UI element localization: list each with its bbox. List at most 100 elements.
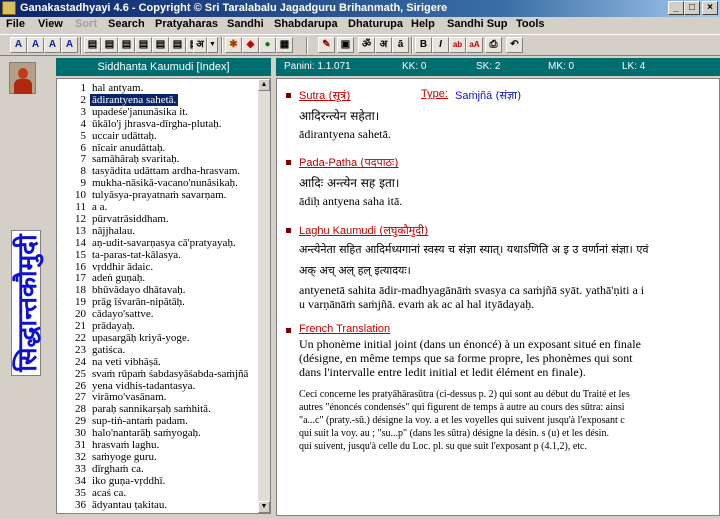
french-heading[interactable]: French Translation — [299, 323, 390, 335]
book-icon[interactable]: ▤ — [101, 37, 118, 53]
menu-pratyaharas[interactable]: Pratyaharas — [155, 18, 218, 30]
kk-count: KK: 0 — [402, 61, 427, 72]
book-icon[interactable]: ▤ — [169, 37, 186, 53]
list-item[interactable]: 15 ta-paras-tat-kālasya. — [58, 249, 260, 261]
tool-icon[interactable]: ▦ — [276, 37, 293, 53]
book-icon[interactable]: ▤ — [135, 37, 152, 53]
list-item[interactable]: 33 dīrghaṁ ca. — [58, 463, 260, 475]
book-icon[interactable]: ▤ — [152, 37, 169, 53]
menu-tools[interactable]: Tools — [516, 18, 545, 30]
book-icon[interactable]: ▤ — [84, 37, 101, 53]
list-item-number: 9 — [80, 177, 87, 190]
laghu-heading[interactable]: Laghu Kaumudi (लघुकौमुदी) — [299, 223, 428, 238]
list-item[interactable]: 35 acaś ca. — [58, 487, 260, 499]
list-item[interactable]: 19 prāg īśvarān-nipātāḥ. — [58, 296, 260, 308]
list-item[interactable]: 2 ādirantyena sahetā. — [58, 93, 260, 106]
menu-sandhi[interactable]: Sandhi — [227, 18, 264, 30]
list-item[interactable]: 21 prādayaḥ. — [58, 320, 260, 332]
menu-view[interactable]: View — [38, 18, 63, 30]
list-item[interactable]: 3 upadeśe'janunāsika it. — [58, 106, 260, 118]
list-item[interactable]: 36 ādyantau ṭakitau. — [58, 499, 260, 511]
a-icon[interactable]: A — [61, 37, 78, 53]
a-icon[interactable]: A — [27, 37, 44, 53]
tool-icon[interactable]: ◆ — [242, 37, 259, 53]
list-item[interactable]: 16 vṛddhir ādaic. — [58, 261, 260, 273]
list-item-label: sup-tiṅ-antaṁ padam. — [92, 415, 188, 428]
index-list[interactable]: 1 hal antyam. 2 ādirantyena sahetā. 3 upadeśe… — [56, 78, 271, 514]
undo-icon[interactable]: ↶ — [506, 37, 523, 53]
list-item[interactable]: 26 yena vidhis-tadantasya. — [58, 380, 260, 392]
sutra-heading[interactable]: Sutra (सूत्रं) — [299, 88, 350, 103]
italic-icon[interactable]: I — [432, 37, 449, 53]
a-icon[interactable]: A — [44, 37, 61, 53]
menu-sort[interactable]: Sort — [75, 18, 97, 30]
list-item-number: 10 — [75, 189, 86, 202]
tool-icon[interactable]: ✱ — [225, 37, 242, 53]
list-item[interactable]: 28 paraḥ sannikarṣaḥ saṁhitā. — [58, 403, 260, 415]
list-item[interactable]: 6 nīcair anudāttaḥ. — [58, 142, 260, 154]
minimize-button[interactable]: _ — [668, 1, 684, 15]
list-item[interactable]: 12 pūrvatrāsiddham. — [58, 213, 260, 225]
list-item[interactable]: 10 tulyāsya-prayatnaṁ savarṇam. — [58, 189, 260, 201]
title-bar[interactable]: Ganakastadhyayi 4.6 - Copyright © Sri Ta… — [0, 0, 720, 17]
scroll-down-arrow[interactable]: ▼ — [258, 501, 270, 513]
list-item[interactable]: 1 hal antyam. — [58, 82, 260, 94]
list-item[interactable]: 7 samāhāraḥ svaritaḥ. — [58, 153, 260, 165]
list-item[interactable]: 22 upasargāḥ kriyā-yoge. — [58, 332, 260, 344]
list-item[interactable]: 31 hrasvaṁ laghu. — [58, 439, 260, 451]
window-title: Ganakastadhyayi 4.6 - Copyright © Sri Ta… — [20, 2, 448, 14]
scroll-up-arrow[interactable]: ▲ — [258, 79, 270, 91]
list-item[interactable]: 18 bhūvādayo dhātavaḥ. — [58, 284, 260, 296]
list-item[interactable]: 27 virāmo'vasānam. — [58, 391, 260, 403]
list-item[interactable]: 4 ūkālo'j jhrasva-dīrgha-plutaḥ. — [58, 118, 260, 130]
list-item[interactable]: 23 gatiśca. — [58, 344, 260, 356]
content-pane[interactable]: Sutra (सूत्रं) Type: Saṁjñā (संज्ञा) आदि… — [276, 78, 720, 516]
save-icon[interactable]: ▣ — [337, 37, 354, 53]
list-item-label: tulyāsya-prayatnaṁ savarṇam. — [92, 189, 227, 202]
color-icon[interactable]: ab — [449, 37, 466, 53]
om-icon[interactable]: ॐ — [358, 37, 375, 53]
list-item-label: mukha-nāsikā-vacano'nunāsikaḥ. — [92, 177, 238, 190]
list-item-label: upadeśe'janunāsika it. — [92, 105, 189, 118]
edit-icon[interactable]: ✎ — [318, 37, 335, 53]
list-item-number: 33 — [75, 462, 86, 475]
aa-icon[interactable]: अ — [375, 37, 392, 53]
font-icon[interactable]: aA — [466, 37, 483, 53]
menu-search[interactable]: Search — [108, 18, 145, 30]
list-item[interactable]: 14 aṇ-udit-savarṇasya cā'pratyayaḥ. — [58, 237, 260, 249]
index-scrollbar[interactable]: ▲ ▼ — [258, 79, 270, 513]
toolbar-separator — [306, 37, 308, 54]
list-item[interactable]: 24 na veti vibhāṣā. — [58, 356, 260, 368]
dropdown-icon[interactable]: ▼ — [207, 37, 218, 53]
close-button[interactable]: × — [702, 1, 718, 15]
list-item[interactable]: 8 tasyādita udāttam ardha-hrasvam. — [58, 165, 260, 177]
list-item[interactable]: 29 sup-tiṅ-antaṁ padam. — [58, 415, 260, 427]
maximize-button[interactable]: □ — [684, 1, 700, 15]
list-item[interactable]: 17 adeṅ guṇaḥ. — [58, 272, 260, 284]
script-icon[interactable]: अ — [193, 37, 207, 53]
menu-file[interactable]: File — [6, 18, 25, 30]
list-item[interactable]: 13 nājjhalau. — [58, 225, 260, 237]
list-item-label: ādyantau ṭakitau. — [92, 498, 168, 511]
list-item[interactable]: 20 cādayo'sattve. — [58, 308, 260, 320]
list-item[interactable]: 25 svaṁ rūpaṁ śabdasyāśabda-saṁjñā — [58, 368, 260, 380]
list-item[interactable]: 30 halo'nantarāḥ saṁyogaḥ. — [58, 427, 260, 439]
menu-sandhi-sup[interactable]: Sandhi Sup — [447, 18, 508, 30]
toolbar-separator — [411, 37, 413, 54]
tool-icon[interactable]: ● — [259, 37, 276, 53]
a-icon[interactable]: A — [10, 37, 27, 53]
list-item[interactable]: 9 mukha-nāsikā-vacano'nunāsikaḥ. — [58, 177, 260, 189]
print-icon[interactable]: ⎙ — [485, 37, 502, 53]
list-item-number: 22 — [75, 331, 86, 344]
aa-dot-icon[interactable]: ā — [392, 37, 409, 53]
bold-icon[interactable]: B — [415, 37, 432, 53]
list-item[interactable]: 34 iko guṇa-vṛddhī. — [58, 475, 260, 487]
menu-dhaturupa[interactable]: Dhaturupa — [348, 18, 403, 30]
padapatha-heading[interactable]: Pada-Patha (पदपाठः) — [299, 155, 399, 170]
list-item[interactable]: 5 uccair udāttaḥ. — [58, 130, 260, 142]
list-item[interactable]: 32 saṁyoge guru. — [58, 451, 260, 463]
list-item[interactable]: 11 a a. — [58, 201, 260, 213]
menu-shabdarupa[interactable]: Shabdarupa — [274, 18, 338, 30]
menu-help[interactable]: Help — [411, 18, 435, 30]
book-icon[interactable]: ▤ — [118, 37, 135, 53]
